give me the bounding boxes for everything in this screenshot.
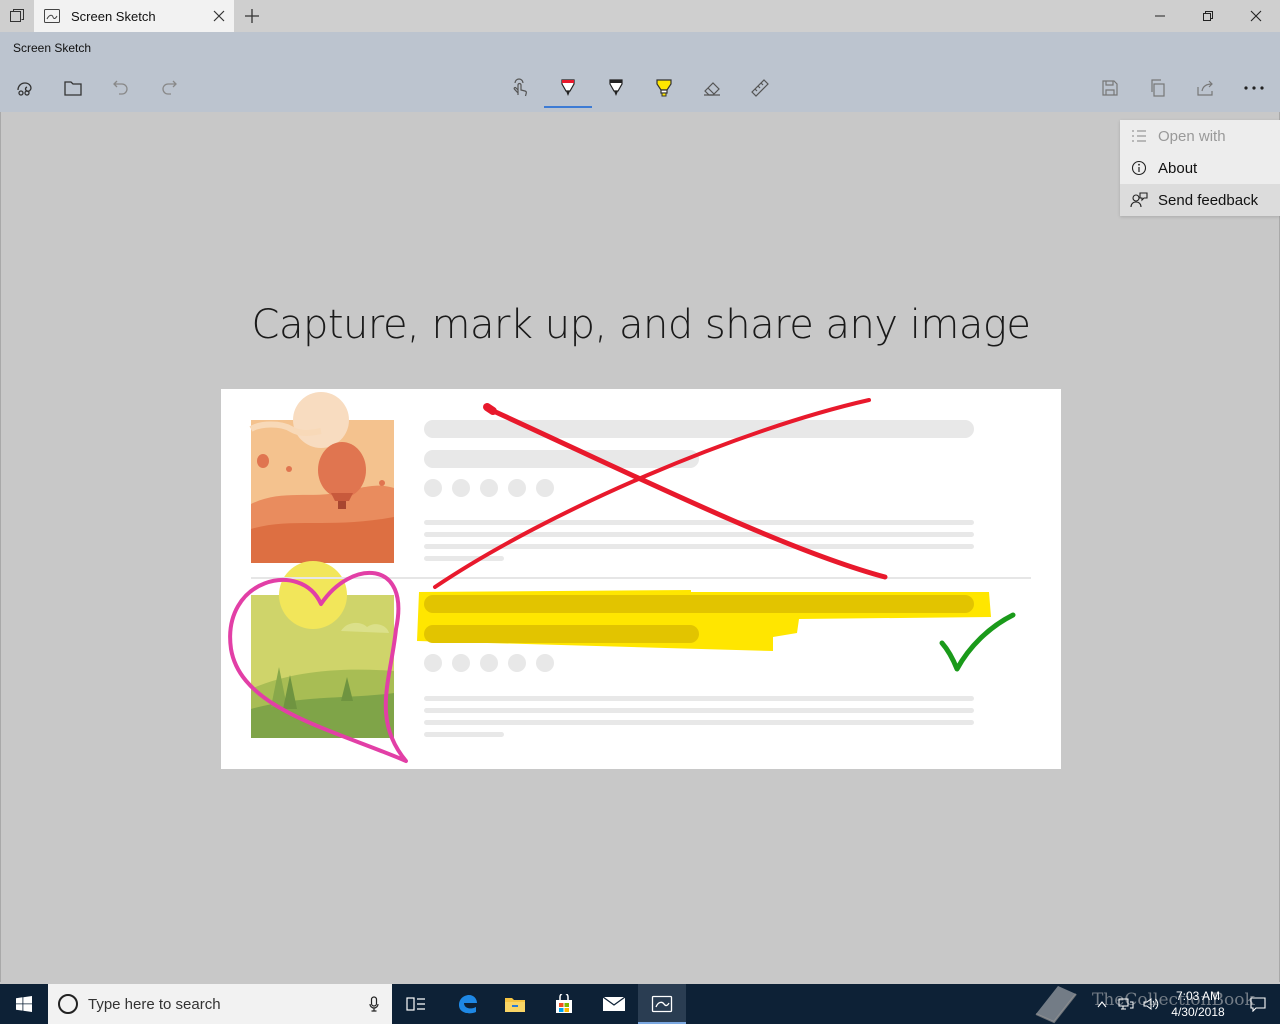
copy-icon[interactable] [1134,68,1182,108]
feedback-icon [1120,192,1158,208]
file-explorer-icon[interactable] [491,984,539,1024]
network-icon[interactable] [1114,984,1138,1024]
menu-item-label: Open with [1158,127,1226,145]
book-watermark-icon [1028,984,1084,1024]
welcome-headline: Capture, mark up, and share any image [251,302,1031,348]
undo-icon[interactable] [97,68,145,108]
menu-item-about[interactable]: About [1120,152,1280,184]
menu-item-open-with[interactable]: Open with [1120,120,1280,152]
close-window-icon[interactable] [1232,0,1280,32]
app-header: Screen Sketch [0,32,1280,112]
open-with-icon [1120,129,1158,143]
clock-date: 4/30/2018 [1171,1005,1225,1019]
screen-sketch-tab-icon [42,6,62,26]
store-icon[interactable] [540,984,588,1024]
mail-icon[interactable] [590,984,638,1024]
canvas-area[interactable]: Capture, mark up, and share any image [0,112,1280,982]
taskbar-search-box[interactable]: Type here to search [48,984,392,1024]
more-options-menu: Open with About Send feedback [1120,120,1280,216]
open-file-icon[interactable] [49,68,97,108]
task-view-icon[interactable] [392,984,440,1024]
edge-icon[interactable] [443,984,491,1024]
pencil-icon[interactable] [592,68,640,108]
screen-sketch-icon[interactable] [638,984,686,1024]
taskbar: Type here to search TheCollectionBook 7:… [0,984,1280,1024]
menu-item-label: About [1158,159,1198,177]
menu-item-label: Send feedback [1158,191,1259,209]
new-snip-icon[interactable] [1,68,49,108]
minimize-icon[interactable] [1136,0,1184,32]
info-icon [1120,160,1158,176]
share-icon[interactable] [1182,68,1230,108]
action-center-icon[interactable] [1236,984,1280,1024]
redo-icon[interactable] [145,68,193,108]
search-placeholder: Type here to search [88,995,221,1013]
active-tab[interactable]: Screen Sketch [34,0,234,32]
system-clock[interactable]: 7:03 AM 4/30/2018 [1162,988,1234,1020]
tab-switcher-icon[interactable] [0,0,34,32]
welcome-illustration [221,389,1061,769]
ruler-icon[interactable] [736,68,784,108]
highlighter-icon[interactable] [640,68,688,108]
save-icon[interactable] [1086,68,1134,108]
volume-icon[interactable] [1140,984,1162,1024]
tab-title: Screen Sketch [71,8,156,24]
clock-time: 7:03 AM [1175,989,1221,1003]
show-hidden-icons-icon[interactable] [1092,984,1112,1024]
touch-writing-icon[interactable] [496,68,544,108]
title-bar: Screen Sketch [0,0,1280,32]
cortana-icon [58,994,78,1014]
microphone-icon[interactable] [356,996,392,1012]
eraser-icon[interactable] [688,68,736,108]
restore-icon[interactable] [1184,0,1232,32]
menu-item-send-feedback[interactable]: Send feedback [1120,184,1280,216]
app-title: Screen Sketch [13,41,92,55]
close-tab-icon[interactable] [204,0,234,32]
ballpoint-pen-icon[interactable] [544,68,592,108]
new-tab-icon[interactable] [238,0,266,32]
windows-start-icon[interactable] [0,984,48,1024]
more-options-icon[interactable] [1230,68,1278,108]
